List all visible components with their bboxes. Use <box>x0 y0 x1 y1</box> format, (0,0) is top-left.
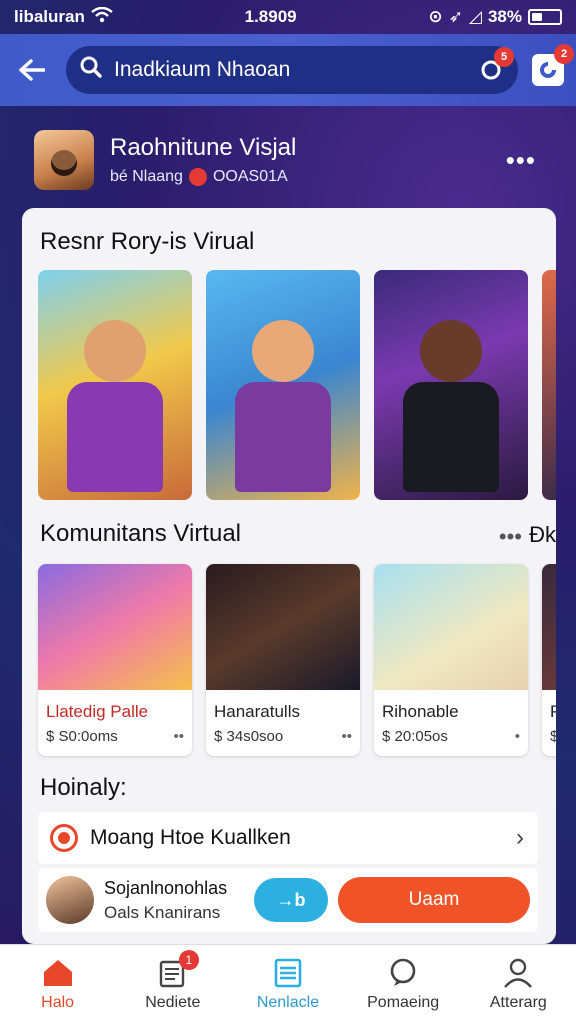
nav-list[interactable]: Nenlacle <box>238 958 338 1012</box>
user-row: Sojanlnonohlas Oals Knanirans →b Uaam <box>38 868 538 932</box>
record-icon <box>50 824 78 852</box>
story-card[interactable] <box>542 270 556 500</box>
document-icon: 1 <box>157 949 199 988</box>
character-figure <box>84 320 146 382</box>
nav-profile[interactable]: Atterarg <box>468 958 568 1012</box>
community-more-icon[interactable]: ••• <box>499 524 522 550</box>
card-more-icon[interactable]: •• <box>173 728 184 745</box>
community-title: Hanaratulls <box>214 702 300 721</box>
daily-list-item[interactable]: Moang Htoe Kuallken › <box>38 812 538 864</box>
nav-badge: 1 <box>178 949 199 970</box>
search-bar[interactable]: 5 <box>66 46 518 94</box>
user-avatar[interactable] <box>46 876 94 924</box>
back-button[interactable] <box>12 50 52 90</box>
status-left: libaluran <box>14 6 113 28</box>
user-name: Sojanlnonohlas <box>104 877 228 898</box>
profile-handle: bé Nlaang <box>110 168 183 185</box>
community-card[interactable]: Llatedig Palle $ S0:0oms •• <box>38 564 192 756</box>
user-text: Sojanlnonohlas Oals Knanirans <box>104 878 244 923</box>
list-icon <box>274 958 302 987</box>
community-card[interactable]: Hanaratulls $ 34s0soo •• <box>206 564 360 756</box>
message-icon <box>390 958 416 986</box>
bottom-nav: Halo 1 Nediete Nenlacle Pomaeing Atterar… <box>0 944 576 1024</box>
search-input[interactable] <box>114 58 466 82</box>
nav-label: Nediete <box>145 993 201 1011</box>
location-icon: ➶ <box>448 7 463 26</box>
community-card[interactable]: Pan $ 1 <box>542 564 556 756</box>
chat-badge: 2 <box>554 44 574 64</box>
search-icon <box>80 56 102 84</box>
carrier-label: libaluran <box>14 7 85 26</box>
chat-button[interactable]: 2 <box>532 44 574 86</box>
profile-text: Raohnitune Visjal bé Nlaang OOAS01A <box>110 134 490 186</box>
community-image <box>542 564 556 690</box>
content-card: Resnr Rory-is Virual Komunitans Virtual … <box>22 208 556 944</box>
more-options-icon[interactable]: ••• <box>506 145 536 176</box>
connect-button[interactable]: →b <box>254 878 328 922</box>
community-title: Llatedig Palle <box>46 702 149 721</box>
section-title-daily: Hoinaly: <box>40 774 127 801</box>
community-price: $ 34s0soo <box>214 728 284 745</box>
user-subtitle: Oals Knanirans <box>104 902 221 922</box>
community-row: Llatedig Palle $ S0:0oms •• Hanaratulls $… <box>38 564 556 756</box>
story-card[interactable] <box>206 270 360 500</box>
profile-code: OOAS01A <box>212 168 288 185</box>
community-price: $ 1 <box>550 728 556 745</box>
community-image <box>38 564 192 690</box>
community-cut-label: Ðk <box>529 522 556 547</box>
home-icon <box>43 959 72 986</box>
signal-icon: ◿ <box>468 7 482 26</box>
chat-icon <box>540 62 556 78</box>
profile-header: Raohnitune Visjal bé Nlaang OOAS01A ••• <box>0 120 576 200</box>
alarm-icon: ⊙ <box>428 7 443 26</box>
community-image <box>206 564 360 690</box>
status-bar: libaluran 1.8909 ⊙ ➶ ◿ 38% <box>0 0 576 34</box>
battery-icon <box>528 9 562 25</box>
status-time: 1.8909 <box>244 7 297 26</box>
story-card[interactable] <box>38 270 192 500</box>
section-title-community: Komunitans Virtual <box>40 520 241 547</box>
community-title: Rihonable <box>382 702 459 721</box>
back-arrow-icon <box>19 59 45 81</box>
profile-avatar[interactable] <box>34 130 94 190</box>
story-card[interactable] <box>374 270 528 500</box>
stories-row <box>38 270 556 500</box>
nav-label: Pomaeing <box>367 993 440 1011</box>
battery-label: 38% <box>487 7 522 26</box>
action-button[interactable]: Uaam <box>338 877 530 923</box>
section-title-stories: Resnr Rory-is Virual <box>40 228 255 255</box>
user-icon <box>504 958 533 988</box>
profile-subline: bé Nlaang OOAS01A <box>110 168 490 186</box>
community-image <box>374 564 528 690</box>
card-more-icon[interactable]: • <box>515 728 520 745</box>
card-more-icon[interactable]: •• <box>341 728 352 745</box>
nav-label: Halo <box>41 993 75 1011</box>
daily-item-label: Moang Htoe Kuallken <box>90 826 291 849</box>
character-figure <box>420 320 482 382</box>
notification-button[interactable]: 5 <box>478 47 514 83</box>
character-figure <box>252 320 314 382</box>
nav-notes[interactable]: 1 Nediete <box>123 949 223 1012</box>
verified-icon <box>188 168 207 186</box>
notification-badge: 5 <box>494 47 514 67</box>
nav-home[interactable]: Halo <box>8 958 108 1012</box>
chevron-right-icon: › <box>516 824 524 851</box>
profile-name: Raohnitune Visjal <box>110 134 297 161</box>
top-bar: 5 2 <box>0 34 576 106</box>
community-card[interactable]: Rihonable $ 20:05os • <box>374 564 528 756</box>
community-title: Pan <box>550 702 556 721</box>
nav-label: Nenlacle <box>256 993 320 1011</box>
nav-label: Atterarg <box>489 993 547 1011</box>
status-right: ⊙ ➶ ◿ 38% <box>428 7 562 27</box>
community-price: $ 20:05os <box>382 728 448 745</box>
community-price: $ S0:0oms <box>46 728 118 745</box>
nav-messages[interactable]: Pomaeing <box>353 958 453 1012</box>
battery-fill <box>532 13 542 21</box>
wifi-icon <box>91 6 113 28</box>
